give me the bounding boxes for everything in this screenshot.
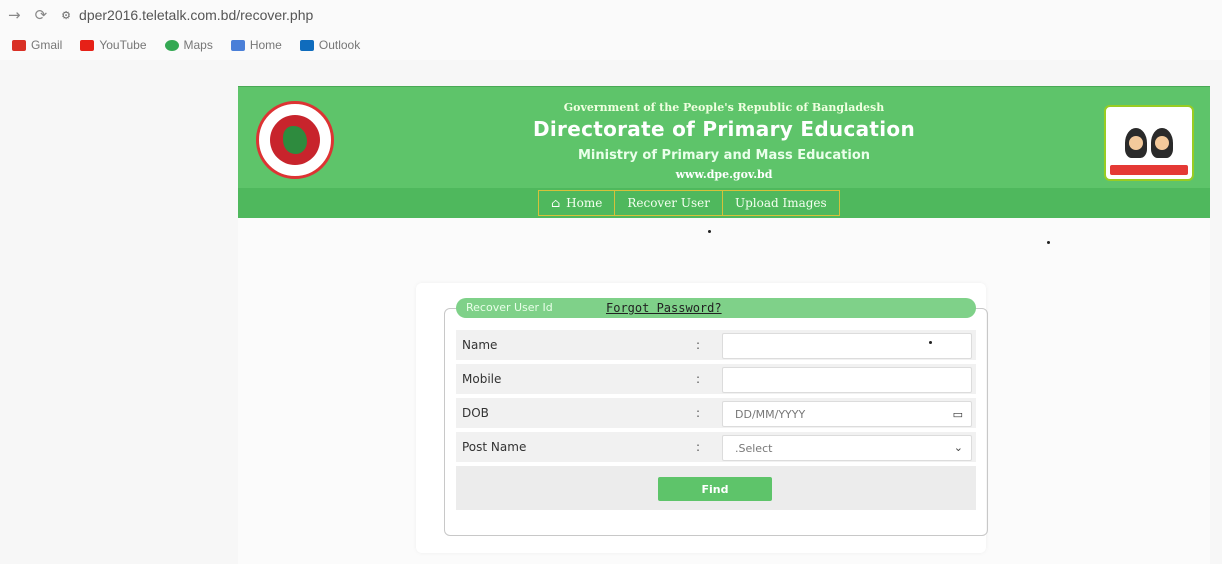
bookmark-label: Home bbox=[249, 38, 282, 52]
navbar: ⌂ Home Recover User Upload Images bbox=[238, 188, 1210, 218]
nav-recover-label: Recover User bbox=[627, 196, 710, 210]
home-icon: ⌂ bbox=[551, 196, 561, 210]
reload-icon[interactable]: ⟳ bbox=[35, 6, 48, 24]
dob-label: DOB bbox=[462, 406, 489, 420]
colon: : bbox=[696, 338, 701, 352]
book-icon bbox=[1110, 165, 1188, 175]
nav-home[interactable]: ⌂ Home bbox=[538, 190, 616, 216]
form-row-post: Post Name : .Select ⌄ bbox=[456, 432, 976, 462]
colon: : bbox=[696, 440, 701, 454]
name-input[interactable] bbox=[722, 333, 972, 359]
header-title: Directorate of Primary Education bbox=[532, 117, 916, 141]
browser-toolbar: → ⟳ ⚙ dper2016.teletalk.com.bd/recover.p… bbox=[0, 0, 1222, 30]
nav-home-label: Home bbox=[566, 196, 603, 210]
bookmark-outlook[interactable]: Outlook bbox=[299, 38, 361, 52]
forward-arrow-icon[interactable]: → bbox=[8, 6, 21, 24]
forgot-password-link[interactable]: Forgot Password? bbox=[606, 301, 722, 315]
bookmark-label: Maps bbox=[183, 38, 213, 52]
gmail-icon bbox=[12, 39, 26, 51]
calendar-icon[interactable]: ▭ bbox=[953, 408, 963, 421]
mobile-input[interactable] bbox=[722, 367, 972, 393]
child-figure-icon bbox=[1151, 128, 1173, 158]
speck bbox=[1047, 241, 1050, 244]
primary-education-logo bbox=[1104, 105, 1194, 181]
speck bbox=[708, 230, 711, 233]
colon: : bbox=[696, 406, 701, 420]
form-row-name: Name : bbox=[456, 330, 976, 360]
header-ministry: Ministry of Primary and Mass Education bbox=[577, 148, 871, 163]
header-website: www.dpe.gov.bd bbox=[675, 168, 773, 181]
form-row-dob: DOB : DD/MM/YYYY ▭ bbox=[456, 398, 976, 428]
home-bookmark-icon bbox=[230, 39, 245, 51]
tab-recover-user-id[interactable]: Recover User Id bbox=[466, 301, 553, 314]
bookmark-gmail[interactable]: Gmail bbox=[12, 38, 62, 52]
maps-icon bbox=[164, 39, 179, 51]
nav-upload-images[interactable]: Upload Images bbox=[722, 190, 840, 216]
bookmarks-bar: Gmail YouTube Maps Home Outlook bbox=[0, 30, 1222, 60]
name-label: Name bbox=[462, 338, 498, 352]
outlook-icon bbox=[299, 39, 314, 51]
bookmark-youtube[interactable]: YouTube bbox=[80, 38, 147, 52]
speck bbox=[929, 341, 932, 344]
site-info-icon[interactable]: ⚙ bbox=[61, 9, 71, 22]
post-name-label: Post Name bbox=[462, 440, 527, 454]
nav-upload-label: Upload Images bbox=[734, 196, 827, 210]
child-figure-icon bbox=[1125, 128, 1147, 158]
colon: : bbox=[696, 372, 701, 386]
url-text: dper2016.teletalk.com.bd/recover.php bbox=[79, 7, 314, 23]
post-selected-value: .Select bbox=[735, 441, 773, 455]
find-button[interactable]: Find bbox=[658, 477, 772, 501]
youtube-icon bbox=[80, 39, 95, 51]
bookmark-maps[interactable]: Maps bbox=[164, 38, 213, 52]
bookmark-label: YouTube bbox=[99, 38, 147, 52]
bookmark-home[interactable]: Home bbox=[230, 38, 282, 52]
mobile-label: Mobile bbox=[462, 372, 502, 386]
chevron-down-icon: ⌄ bbox=[953, 441, 963, 454]
post-name-select[interactable]: .Select ⌄ bbox=[722, 435, 972, 461]
nav-recover-user[interactable]: Recover User bbox=[615, 190, 723, 216]
site-header: Government of the People's Republic of B… bbox=[238, 86, 1210, 188]
header-government-text: Government of the People's Republic of B… bbox=[563, 101, 885, 114]
dob-placeholder: DD/MM/YYYY bbox=[735, 407, 806, 421]
form-row-mobile: Mobile : bbox=[456, 364, 976, 394]
address-bar[interactable]: ⚙ dper2016.teletalk.com.bd/recover.php bbox=[61, 7, 313, 23]
dob-input[interactable]: DD/MM/YYYY ▭ bbox=[722, 401, 972, 427]
bookmark-label: Outlook bbox=[318, 38, 361, 52]
bookmark-label: Gmail bbox=[31, 38, 63, 52]
